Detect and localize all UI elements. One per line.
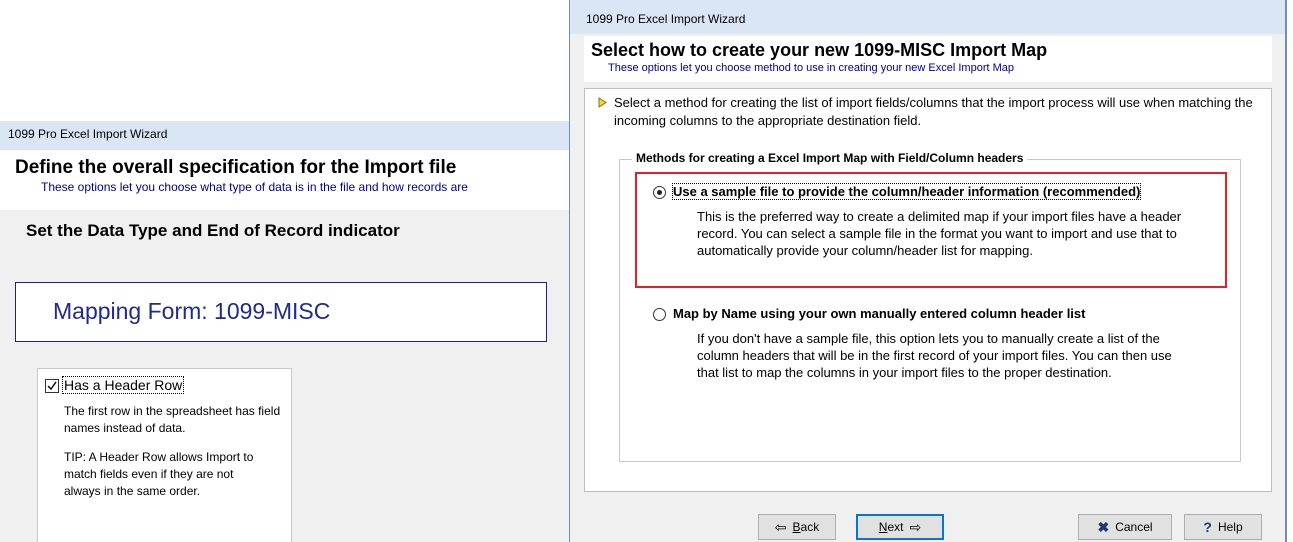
- back-wizard-window: 1099 Pro Excel Import Wizard Define the …: [0, 121, 575, 542]
- back-label-rest: ack: [800, 520, 820, 534]
- wizard-footer: ⇦ Back Next ⇨ ✖ Cancel ? Help: [570, 492, 1285, 542]
- back-accelerator: B: [792, 520, 801, 534]
- back-window-title: 1099 Pro Excel Import Wizard: [8, 127, 168, 141]
- header-row-label[interactable]: Has a Header Row: [61, 376, 185, 394]
- back-window-header: Define the overall specification for the…: [0, 150, 575, 210]
- header-row-tip: TIP: A Header Row allows Import to match…: [64, 450, 254, 498]
- next-button[interactable]: Next ⇨: [856, 514, 944, 540]
- back-window-title-bar[interactable]: 1099 Pro Excel Import Wizard: [0, 121, 575, 150]
- map-by-name-option-label[interactable]: Map by Name using your own manually ente…: [673, 306, 1085, 321]
- header-row-checkbox[interactable]: [45, 379, 59, 393]
- mapping-form-box: Mapping Form: 1099-MISC: [15, 282, 547, 342]
- recommended-highlight-box: [635, 172, 1227, 288]
- methods-group-title: Methods for creating a Excel Import Map …: [632, 151, 1028, 165]
- front-window-title-bar[interactable]: 1099 Pro Excel Import Wizard: [570, 0, 1285, 34]
- back-page-subtitle: These options let you choose what type o…: [41, 180, 468, 194]
- next-label-rest: ext: [887, 520, 904, 534]
- triangle-arrow-icon: [598, 97, 607, 108]
- next-button-label: Next: [879, 520, 904, 534]
- question-mark-icon: ?: [1203, 519, 1212, 535]
- header-row-description: The first row in the spreadsheet has fie…: [64, 404, 281, 435]
- wizard-body: Select a method for creating the list of…: [584, 88, 1272, 492]
- front-page-subtitle: These options let you choose method to u…: [608, 62, 1014, 74]
- header-row-panel: Has a Header Row The first row in the sp…: [37, 368, 292, 542]
- checkmark-icon: [47, 381, 57, 391]
- next-arrow-icon: ⇨: [909, 519, 922, 535]
- map-by-name-radio[interactable]: [653, 308, 666, 321]
- back-button-label: Back: [793, 520, 820, 534]
- intro-text: Select a method for creating the list of…: [614, 95, 1253, 128]
- map-by-name-option-description: If you don't have a sample file, this op…: [697, 331, 1172, 380]
- data-type-section-title: Set the Data Type and End of Record indi…: [26, 221, 400, 240]
- front-wizard-window: 1099 Pro Excel Import Wizard Select how …: [569, 0, 1287, 542]
- front-window-title: 1099 Pro Excel Import Wizard: [586, 12, 746, 26]
- help-label: Help: [1217, 520, 1243, 534]
- close-x-icon: ✖: [1097, 519, 1110, 535]
- cancel-label: Cancel: [1115, 520, 1153, 534]
- mapping-form-label: Mapping Form: 1099-MISC: [53, 298, 331, 324]
- cancel-button[interactable]: ✖ Cancel: [1078, 514, 1172, 540]
- help-button[interactable]: ? Help: [1184, 514, 1262, 540]
- back-arrow-icon: ⇦: [774, 519, 787, 535]
- front-window-header: Select how to create your new 1099-MISC …: [584, 36, 1272, 82]
- back-button[interactable]: ⇦ Back: [758, 514, 836, 540]
- back-page-title: Define the overall specification for the…: [15, 157, 457, 178]
- front-page-title: Select how to create your new 1099-MISC …: [591, 40, 1048, 60]
